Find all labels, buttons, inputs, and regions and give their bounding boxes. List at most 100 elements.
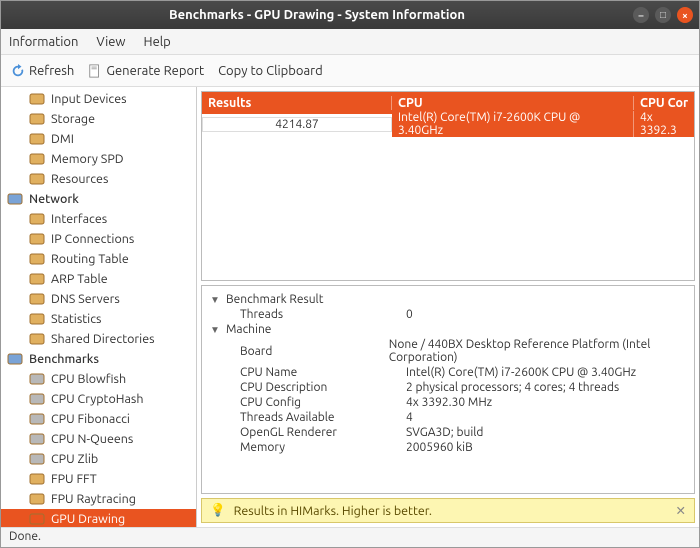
sidebar-item-shared-directories[interactable]: Shared Directories: [1, 329, 196, 349]
menubar: Information View Help: [1, 29, 699, 55]
detail-value: 2 physical processors; 4 cores; 4 thread…: [406, 381, 619, 394]
sidebar-item-cpu-zlib[interactable]: CPU Zlib: [1, 449, 196, 469]
menu-help[interactable]: Help: [144, 35, 171, 49]
close-button[interactable]: ×: [677, 7, 693, 23]
sidebar-item-gpu-drawing[interactable]: GPU Drawing: [1, 509, 196, 527]
toolbar: Refresh Generate Report Copy to Clipboar…: [1, 55, 699, 87]
generate-report-button[interactable]: Generate Report: [88, 64, 204, 78]
sidebar-item-label: Storage: [51, 112, 95, 126]
sidebar-item-resources[interactable]: Resources: [1, 169, 196, 189]
copy-clipboard-button[interactable]: Copy to Clipboard: [218, 64, 323, 78]
sidebar-group-label: Network: [29, 192, 79, 206]
sidebar-item-interfaces[interactable]: Interfaces: [1, 209, 196, 229]
detail-row: CPU Name Intel(R) Core(TM) i7-2600K CPU @…: [210, 365, 686, 380]
detail-value: None / 440BX Desktop Reference Platform …: [389, 338, 686, 364]
detail-value: SVGA3D; build: [406, 426, 483, 439]
col-header-results[interactable]: Results: [202, 96, 392, 110]
sidebar-item-label: Shared Directories: [51, 332, 155, 346]
detail-key: Threads Available: [240, 411, 400, 424]
detail-section[interactable]: ▼Machine: [210, 322, 686, 337]
result-cpu: Intel(R) Core(TM) i7-2600K CPU @ 3.40GHz: [392, 111, 634, 137]
fpu-icon: [29, 471, 45, 487]
sidebar-item-label: DMI: [51, 132, 74, 146]
resources-icon: [29, 171, 45, 187]
sidebar-item-cpu-n-queens[interactable]: CPU N-Queens: [1, 429, 196, 449]
menu-view[interactable]: View: [96, 35, 125, 49]
detail-pane[interactable]: ▼Benchmark ResultThreads0▼MachineBoardNo…: [201, 285, 695, 494]
detail-key: Board: [240, 345, 383, 358]
detail-row: CPU Description2 physical processors; 4 …: [210, 380, 686, 395]
minimize-button[interactable]: –: [633, 7, 649, 23]
sidebar-item-storage[interactable]: Storage: [1, 109, 196, 129]
lightbulb-icon: 💡: [210, 503, 226, 518]
network-icon: [7, 191, 23, 207]
sidebar-item-statistics[interactable]: Statistics: [1, 309, 196, 329]
col-header-cpu[interactable]: CPU: [392, 96, 634, 110]
cpu-icon: [29, 431, 45, 447]
detail-row: Memory2005960 kiB: [210, 440, 686, 455]
detail-value: Intel(R) Core(TM) i7-2600K CPU @ 3.40GHz: [406, 366, 636, 379]
storage-icon: [29, 111, 45, 127]
hint-text: Results in HIMarks. Higher is better.: [234, 504, 432, 518]
sidebar-item-label: IP Connections: [51, 232, 134, 246]
detail-row: OpenGL RendererSVGA3D; build: [210, 425, 686, 440]
sidebar-item-arp-table[interactable]: ARP Table: [1, 269, 196, 289]
detail-value: 4: [406, 411, 413, 424]
detail-key: CPU Name: [240, 366, 400, 379]
keyboard-icon: [29, 91, 45, 107]
window-title: Benchmarks - GPU Drawing - System Inform…: [7, 8, 627, 22]
detail-key: Threads: [240, 308, 400, 321]
results-pane: Results CPU CPU Cor 4214.87 Intel(R) Cor…: [201, 91, 695, 281]
report-icon: [88, 64, 102, 78]
sidebar[interactable]: Input Devices Storage DMI Memory SPD Resourc…: [1, 87, 197, 527]
hint-close-icon[interactable]: ✕: [676, 503, 686, 518]
sidebar-item-dns-servers[interactable]: DNS Servers: [1, 289, 196, 309]
detail-key: Memory: [240, 441, 400, 454]
detail-section-title: Benchmark Result: [226, 293, 323, 306]
sidebar-item-label: Input Devices: [51, 92, 127, 106]
table-row[interactable]: 4214.87 Intel(R) Core(TM) i7-2600K CPU @…: [202, 114, 694, 134]
refresh-label: Refresh: [29, 64, 74, 78]
dns-icon: [29, 291, 45, 307]
sidebar-item-label: CPU N-Queens: [51, 432, 133, 446]
sidebar-item-label: Interfaces: [51, 212, 107, 226]
sidebar-item-label: GPU Drawing: [51, 512, 125, 526]
sidebar-group-network[interactable]: Network: [1, 189, 196, 209]
detail-key: CPU Config: [240, 396, 400, 409]
memory-icon: [29, 151, 45, 167]
sidebar-item-input-devices[interactable]: Input Devices: [1, 89, 196, 109]
sidebar-item-fpu-fft[interactable]: FPU FFT: [1, 469, 196, 489]
result-cfg: 4x 3392.3: [634, 111, 694, 137]
shared-icon: [29, 331, 45, 347]
sidebar-item-cpu-cryptohash[interactable]: CPU CryptoHash: [1, 389, 196, 409]
caret-down-icon: ▼: [210, 324, 220, 336]
gpu-icon: [29, 511, 45, 527]
detail-value: 0: [406, 308, 413, 321]
sidebar-group-benchmarks[interactable]: Benchmarks: [1, 349, 196, 369]
sidebar-item-dmi[interactable]: DMI: [1, 129, 196, 149]
hint-bar: 💡 Results in HIMarks. Higher is better. …: [201, 498, 695, 523]
sidebar-item-fpu-raytracing[interactable]: FPU Raytracing: [1, 489, 196, 509]
refresh-button[interactable]: Refresh: [11, 64, 74, 78]
col-header-cpuconfig[interactable]: CPU Cor: [634, 96, 694, 110]
cpu-icon: [29, 451, 45, 467]
routing-icon: [29, 251, 45, 267]
sidebar-item-label: FPU Raytracing: [51, 492, 136, 506]
sidebar-item-ip-connections[interactable]: IP Connections: [1, 229, 196, 249]
copy-clipboard-label: Copy to Clipboard: [218, 64, 323, 78]
statusbar: Done.: [1, 527, 699, 547]
menu-information[interactable]: Information: [9, 35, 78, 49]
sidebar-item-label: DNS Servers: [51, 292, 120, 306]
sidebar-item-cpu-blowfish[interactable]: CPU Blowfish: [1, 369, 196, 389]
sidebar-item-label: CPU Fibonacci: [51, 412, 130, 426]
sidebar-item-cpu-fibonacci[interactable]: CPU Fibonacci: [1, 409, 196, 429]
sidebar-item-label: Resources: [51, 172, 108, 186]
sidebar-item-memory-spd[interactable]: Memory SPD: [1, 149, 196, 169]
detail-section[interactable]: ▼Benchmark Result: [210, 292, 686, 307]
sidebar-item-routing-table[interactable]: Routing Table: [1, 249, 196, 269]
sidebar-group-label: Benchmarks: [29, 352, 99, 366]
refresh-icon: [11, 64, 25, 78]
detail-row: Threads Available 4: [210, 410, 686, 425]
dmi-icon: [29, 131, 45, 147]
maximize-button[interactable]: □: [655, 7, 671, 23]
